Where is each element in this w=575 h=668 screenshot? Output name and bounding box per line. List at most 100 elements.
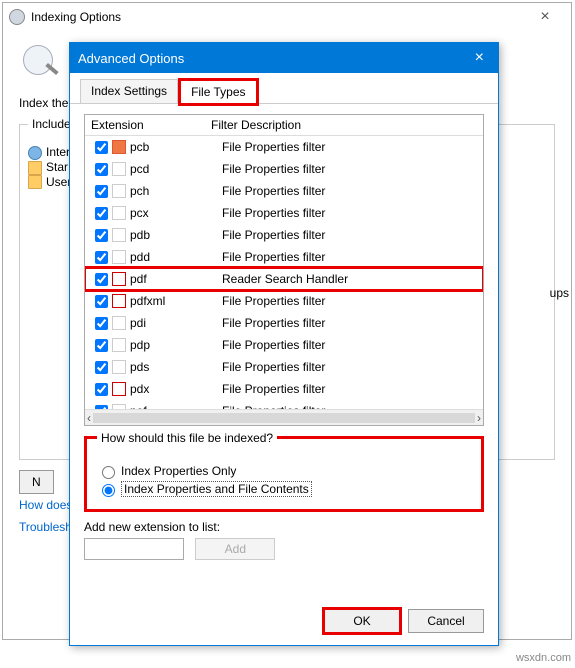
dialog-buttons: OK Cancel: [70, 597, 498, 645]
add-label: Add new extension to list:: [84, 520, 484, 534]
row-desc: File Properties filter: [222, 338, 477, 352]
filetype-icon: [112, 338, 126, 352]
filetype-icon: [112, 250, 126, 264]
scroll-track[interactable]: [93, 413, 475, 423]
child-title: Advanced Options: [78, 51, 469, 66]
row-ext: pcd: [130, 162, 222, 176]
list-header: Extension Filter Description: [85, 115, 483, 136]
advanced-options-dialog: Advanced Options × Index Settings File T…: [69, 42, 499, 646]
close-icon[interactable]: ×: [525, 8, 565, 26]
truncated-text: ups: [550, 286, 569, 300]
row-desc: File Properties filter: [222, 360, 477, 374]
row-ext: pdfxml: [130, 294, 222, 308]
row-ext: pdb: [130, 228, 222, 242]
row-checkbox[interactable]: [95, 251, 108, 264]
list-rows[interactable]: pcbFile Properties filterpcdFile Propert…: [85, 136, 483, 409]
row-checkbox[interactable]: [95, 339, 108, 352]
radio-label-properties-only: Index Properties Only: [121, 464, 236, 478]
table-row[interactable]: pchFile Properties filter: [85, 180, 483, 202]
row-checkbox[interactable]: [95, 361, 108, 374]
row-checkbox[interactable]: [95, 207, 108, 220]
row-desc: File Properties filter: [222, 250, 477, 264]
row-checkbox[interactable]: [95, 185, 108, 198]
search-icon: [19, 41, 63, 85]
table-row[interactable]: pdbFile Properties filter: [85, 224, 483, 246]
row-desc: File Properties filter: [222, 206, 477, 220]
folder-icon: [28, 161, 42, 175]
filetype-icon: [112, 228, 126, 242]
title-bar: Indexing Options ×: [3, 3, 571, 31]
filetype-icon: [112, 382, 126, 396]
row-checkbox[interactable]: [95, 273, 108, 286]
radio-input-properties-and-contents[interactable]: [102, 484, 115, 497]
row-desc: File Properties filter: [222, 382, 477, 396]
row-ext: pdp: [130, 338, 222, 352]
table-row[interactable]: pdiFile Properties filter: [85, 312, 483, 334]
row-checkbox[interactable]: [95, 295, 108, 308]
ie-icon: [28, 146, 42, 160]
row-checkbox[interactable]: [95, 141, 108, 154]
filetype-icon: [112, 360, 126, 374]
radio-group-label: How should this file be indexed?: [97, 431, 277, 445]
row-desc: File Properties filter: [222, 184, 477, 198]
magnifier-icon: [9, 9, 25, 25]
table-row[interactable]: pdpFile Properties filter: [85, 334, 483, 356]
row-ext: pch: [130, 184, 222, 198]
window-title: Indexing Options: [31, 10, 525, 24]
troubleshoot-link[interactable]: Troublesh: [19, 520, 72, 534]
modify-button[interactable]: N: [19, 470, 54, 494]
row-desc: File Properties filter: [222, 228, 477, 242]
child-title-bar: Advanced Options ×: [70, 43, 498, 73]
table-row[interactable]: pdsFile Properties filter: [85, 356, 483, 378]
filetype-icon: [112, 140, 126, 154]
table-row[interactable]: pddFile Properties filter: [85, 246, 483, 268]
table-row[interactable]: pefFile Properties filter: [85, 400, 483, 409]
horizontal-scrollbar[interactable]: ‹ ›: [85, 409, 483, 425]
table-row[interactable]: pdfxmlFile Properties filter: [85, 290, 483, 312]
radio-properties-only[interactable]: Index Properties Only: [97, 463, 471, 479]
add-extension-input[interactable]: [84, 538, 184, 560]
add-button[interactable]: Add: [195, 538, 275, 560]
folder-icon: [28, 175, 42, 189]
row-checkbox[interactable]: [95, 317, 108, 330]
table-row[interactable]: pcdFile Properties filter: [85, 158, 483, 180]
row-ext: pdf: [130, 272, 222, 286]
tab-index-settings[interactable]: Index Settings: [80, 79, 178, 103]
scroll-right-icon[interactable]: ›: [477, 411, 481, 425]
table-row[interactable]: pdfReader Search Handler: [85, 268, 483, 290]
row-ext: pds: [130, 360, 222, 374]
how-link[interactable]: How does: [19, 498, 72, 512]
table-row[interactable]: pcbFile Properties filter: [85, 136, 483, 158]
row-desc: File Properties filter: [222, 316, 477, 330]
row-ext: pcb: [130, 140, 222, 154]
filetype-icon: [112, 404, 126, 409]
row-desc: File Properties filter: [222, 294, 477, 308]
radio-properties-and-contents[interactable]: Index Properties and File Contents: [97, 481, 471, 497]
filetype-icon: [112, 162, 126, 176]
scroll-left-icon[interactable]: ‹: [87, 411, 91, 425]
ok-button[interactable]: OK: [324, 609, 400, 633]
header-extension[interactable]: Extension: [91, 118, 211, 132]
table-row[interactable]: pdxFile Properties filter: [85, 378, 483, 400]
cancel-button[interactable]: Cancel: [408, 609, 484, 633]
row-ext: pdd: [130, 250, 222, 264]
row-checkbox[interactable]: [95, 229, 108, 242]
row-ext: pcx: [130, 206, 222, 220]
header-description[interactable]: Filter Description: [211, 118, 477, 132]
radio-input-properties-only[interactable]: [102, 466, 115, 479]
row-desc: File Properties filter: [222, 162, 477, 176]
table-row[interactable]: pcxFile Properties filter: [85, 202, 483, 224]
watermark: wsxdn.com: [516, 652, 571, 664]
filetype-icon: [112, 206, 126, 220]
row-checkbox[interactable]: [95, 163, 108, 176]
row-checkbox[interactable]: [95, 383, 108, 396]
tab-bar: Index Settings File Types: [70, 73, 498, 104]
close-icon[interactable]: ×: [469, 49, 490, 67]
filetype-icon: [112, 184, 126, 198]
filetype-icon: [112, 294, 126, 308]
row-ext: pdi: [130, 316, 222, 330]
filetype-icon: [112, 316, 126, 330]
row-desc: File Properties filter: [222, 140, 477, 154]
tab-file-types[interactable]: File Types: [180, 80, 256, 104]
row-ext: pdx: [130, 382, 222, 396]
